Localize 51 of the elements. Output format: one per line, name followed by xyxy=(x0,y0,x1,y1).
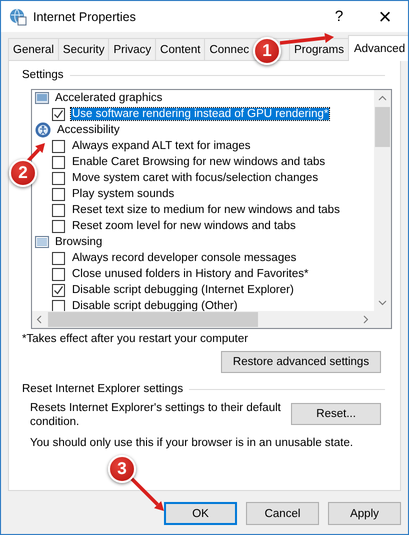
tab[interactable]: General xyxy=(8,38,59,60)
checkbox[interactable] xyxy=(52,252,65,264)
checkbox[interactable] xyxy=(52,156,65,168)
reset-button[interactable]: Reset... xyxy=(291,403,381,425)
option-label[interactable]: Disable script debugging (Internet Explorer) xyxy=(71,284,295,296)
checkbox[interactable] xyxy=(52,204,65,216)
dialog-button[interactable]: Apply xyxy=(328,502,401,525)
warning-text: You should only use this if your browser is in an unusable state. xyxy=(30,437,354,449)
option-label[interactable]: Always record developer console messages xyxy=(71,252,298,264)
footnote: *Takes effect after you restart your computer xyxy=(22,333,250,345)
restore-button[interactable]: Restore advanced settings xyxy=(221,351,381,373)
scroll-thumb[interactable] xyxy=(48,312,258,327)
option-label[interactable]: Reset zoom level for new windows and tabs xyxy=(71,220,297,232)
checkbox[interactable] xyxy=(52,284,65,296)
dialog-button[interactable]: OK xyxy=(164,502,237,525)
checkbox[interactable] xyxy=(52,140,65,152)
group-label: Browsing xyxy=(55,236,102,248)
checkbox[interactable] xyxy=(52,172,65,184)
scroll-down-icon[interactable] xyxy=(378,300,387,306)
window-title: Internet Properties xyxy=(33,10,136,24)
scroll-left-icon[interactable] xyxy=(36,315,42,324)
option-label[interactable]: Play system sounds xyxy=(71,188,176,200)
page-icon xyxy=(35,236,49,248)
checkbox[interactable] xyxy=(52,188,65,200)
checkbox[interactable] xyxy=(52,220,65,232)
help-button[interactable]: ? xyxy=(316,1,362,32)
scroll-thumb[interactable] xyxy=(375,107,390,147)
scrollbar[interactable] xyxy=(374,90,391,311)
close-button[interactable]: × xyxy=(362,1,408,32)
scrollbar[interactable] xyxy=(32,311,391,328)
checkbox[interactable] xyxy=(52,300,65,311)
tab[interactable]: Advanced xyxy=(348,35,408,61)
section-heading: Settings xyxy=(22,69,64,81)
option-label[interactable]: Always expand ALT text for images xyxy=(71,140,252,152)
checkbox[interactable] xyxy=(52,268,65,280)
group-label: Accelerated graphics xyxy=(55,92,162,104)
accessibility-icon xyxy=(35,122,51,138)
option-label[interactable]: Close unused folders in History and Favorites* xyxy=(71,268,310,280)
checkbox[interactable] xyxy=(52,108,65,120)
globe-icon xyxy=(9,8,27,26)
monitor-icon xyxy=(35,92,49,104)
option-label[interactable]: Use software rendering instead of GPU rendering* xyxy=(71,108,330,120)
scroll-right-icon[interactable] xyxy=(363,315,369,324)
dialog-button[interactable]: Cancel xyxy=(246,502,319,525)
option-label[interactable]: Reset text size to medium for new windows and tabs xyxy=(71,204,341,216)
option-label[interactable]: Move system caret with focus/selection changes xyxy=(71,172,320,184)
section-heading: Reset Internet Explorer settings xyxy=(22,383,184,395)
description-text: Resets Internet Explorer's settings to their default condition. xyxy=(30,401,282,429)
group-label: Accessibility xyxy=(57,124,120,136)
scroll-up-icon[interactable] xyxy=(378,95,387,101)
option-label[interactable]: Enable Caret Browsing for new windows and tabs xyxy=(71,156,326,168)
